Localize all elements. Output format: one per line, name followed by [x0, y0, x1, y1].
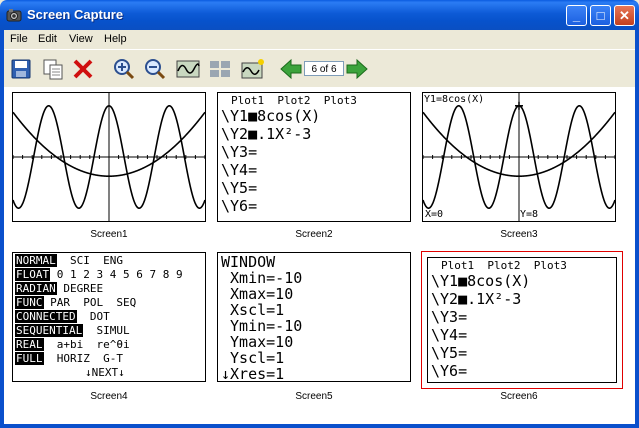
previous-arrow-icon[interactable] [278, 57, 304, 81]
y-equation: \Y3= [431, 308, 468, 326]
new-capture-icon[interactable] [240, 57, 266, 81]
zoom-in-icon[interactable] [111, 57, 137, 81]
save-icon[interactable] [8, 57, 34, 81]
menu-edit[interactable]: Edit [38, 33, 57, 45]
y-equation: \Y3= [221, 143, 258, 161]
mode-row: SEQUENTIAL SIMUL [15, 324, 130, 337]
mode-next: ↓NEXT↓ [85, 366, 125, 379]
screen-caption: Screen3 [500, 229, 538, 240]
minimize-button[interactable]: _ [566, 5, 587, 26]
y-equation: \Y6= [431, 362, 468, 380]
screen-thumbnail-3[interactable]: Y1=8cos(X) X=0 Y=8 [422, 92, 616, 222]
menu-file[interactable]: File [10, 33, 28, 45]
y-equation: \Y4= [431, 326, 468, 344]
screen-caption: Screen1 [90, 229, 128, 240]
mode-row: RADIAN DEGREE [15, 282, 104, 295]
y-equation: \Y6= [221, 197, 258, 215]
screen-thumbnail-6[interactable]: Plot1 Plot2 Plot3 \Y1■8cos(X) \Y2■.1X²-3… [421, 251, 623, 389]
y-equation: \Y2■.1X²-3 [431, 290, 522, 308]
screen-thumbnail-5[interactable]: WINDOW Xmin=-10 Xmax=10 Xscl=1 Ymin=-10 … [217, 252, 411, 382]
thumbnail-area: Screen1 Plot1 Plot2 Plot3 \Y1■8cos(X) \Y… [4, 87, 635, 424]
title-bar: Screen Capture _ □ ✕ [0, 0, 639, 30]
copy-icon[interactable] [40, 57, 66, 81]
zoom-out-icon[interactable] [142, 57, 168, 81]
graph-view-icon[interactable] [175, 57, 201, 81]
window-frame-bottom [0, 424, 639, 428]
screen-caption: Screen5 [295, 391, 333, 402]
app-icon [6, 9, 22, 22]
graph-plot [13, 93, 205, 221]
delete-icon[interactable] [70, 57, 96, 81]
maximize-button[interactable]: □ [590, 5, 611, 26]
mode-row: REAL a+bi re^θi [15, 338, 130, 351]
trace-x-label: X=0 [425, 209, 444, 220]
menu-help[interactable]: Help [104, 33, 127, 45]
graph-plot [423, 93, 615, 221]
close-icon: ✕ [619, 8, 630, 23]
screen-thumbnail-1[interactable] [12, 92, 206, 222]
y-equation: \Y4= [221, 161, 258, 179]
trace-y-label: Y=8 [520, 209, 539, 220]
menu-view[interactable]: View [69, 33, 93, 45]
y-equation: \Y2■.1X²-3 [221, 125, 312, 143]
grid-view-icon[interactable] [207, 57, 233, 81]
window-setting: ↓Xres=1 [221, 365, 285, 382]
screen-caption: Screen4 [90, 391, 128, 402]
y-equation: \Y5= [221, 179, 258, 197]
mode-row: CONNECTED DOT [15, 310, 110, 323]
minimize-icon: _ [572, 8, 581, 23]
y-equation: \Y5= [431, 344, 468, 362]
maximize-icon: □ [596, 8, 605, 23]
mode-row: FLOAT 0 1 2 3 4 5 6 7 8 9 [15, 268, 183, 281]
y-equation: \Y1■8cos(X) [431, 272, 531, 290]
trace-function-label: Y1=8cos(X) [424, 94, 485, 105]
y-equation: \Y1■8cos(X) [221, 107, 321, 125]
window-frame-right [635, 30, 639, 428]
screen-thumbnail-4[interactable]: NORMAL SCI ENG FLOAT 0 1 2 3 4 5 6 7 8 9… [12, 252, 206, 382]
mode-row: FUNC PAR POL SEQ [15, 296, 137, 309]
window-title: Screen Capture [27, 7, 124, 22]
mode-row: NORMAL SCI ENG [15, 254, 123, 267]
screen-caption: Screen6 [500, 391, 538, 402]
toolbar: 6 of 6 [4, 49, 635, 88]
menu-bar: File Edit View Help [4, 30, 635, 49]
mode-row: FULL HORIZ G-T [15, 352, 123, 365]
plot-header: Plot1 Plot2 Plot3 [231, 94, 357, 107]
close-button[interactable]: ✕ [614, 5, 635, 26]
next-arrow-icon[interactable] [344, 57, 370, 81]
plot-header: Plot1 Plot2 Plot3 [441, 259, 567, 272]
screen-thumbnail-2[interactable]: Plot1 Plot2 Plot3 \Y1■8cos(X) \Y2■.1X²-3… [217, 92, 411, 222]
screen-caption: Screen2 [295, 229, 333, 240]
page-indicator: 6 of 6 [304, 61, 344, 76]
